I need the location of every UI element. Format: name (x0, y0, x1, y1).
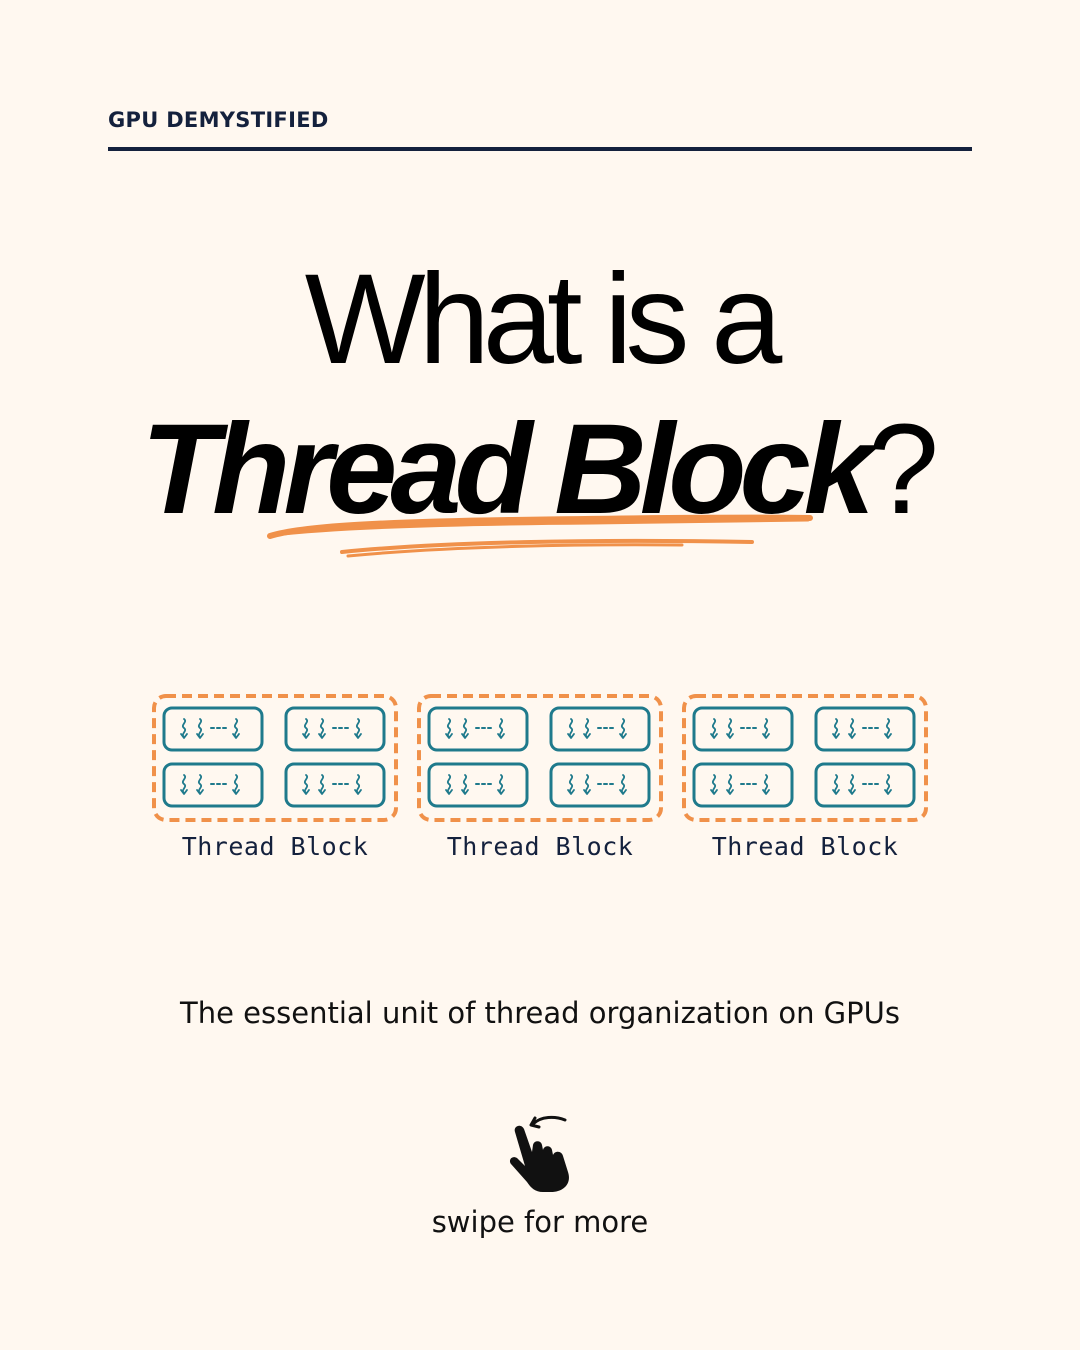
warp-threads-icon (162, 762, 264, 808)
swipe-hand-icon[interactable] (505, 1114, 577, 1196)
tagline: The essential unit of thread organizatio… (180, 996, 900, 1030)
title-line-1: What is a (304, 248, 783, 391)
thread-block-label: Thread Block (711, 832, 899, 861)
warp-threads-icon (814, 762, 916, 808)
warp-threads-icon (692, 706, 794, 752)
warp-threads-icon (162, 706, 264, 752)
warp-threads-icon (427, 706, 529, 752)
warp-threads-icon (427, 762, 529, 808)
series-kicker: GPU DEMYSTIFIED (108, 108, 329, 132)
thread-block-label: Thread Block (181, 832, 369, 861)
warp-threads-icon (549, 706, 651, 752)
warp-threads-icon (814, 706, 916, 752)
thread-block-frame (417, 694, 663, 822)
title-question-mark: ? (867, 398, 940, 541)
warp-threads-icon (549, 762, 651, 808)
thread-block-frame (682, 694, 928, 822)
warp-threads-icon (692, 762, 794, 808)
swipe-label: swipe for more (431, 1205, 649, 1239)
warp-threads-icon (284, 706, 386, 752)
thread-block-diagram: Thread Block Thread Block Thread Block (152, 694, 928, 874)
brush-underline (267, 514, 813, 558)
thread-block-frame (152, 694, 398, 822)
warp-threads-icon (284, 762, 386, 808)
thread-block-label: Thread Block (446, 832, 634, 861)
header-rule (108, 147, 972, 151)
